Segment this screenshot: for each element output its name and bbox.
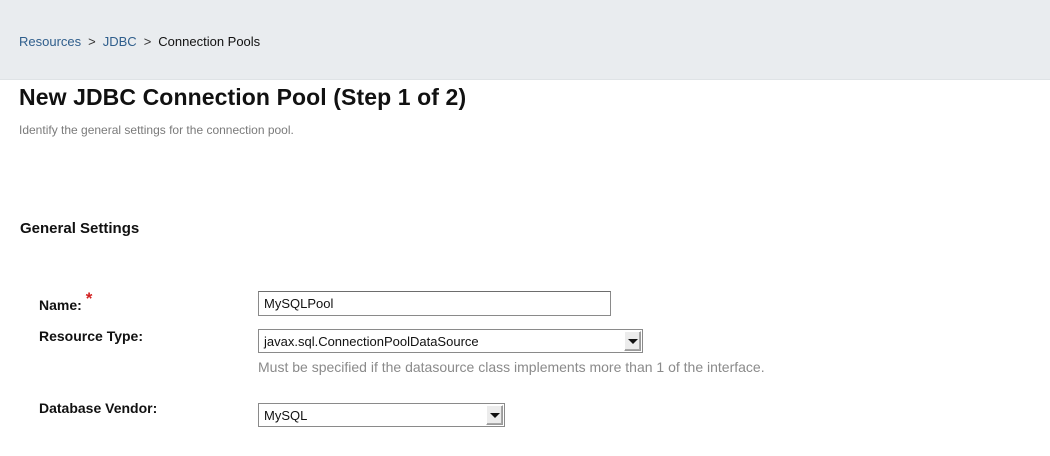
resource-type-select[interactable]: javax.sql.ConnectionPoolDataSource	[258, 329, 643, 353]
name-label: Name: *	[39, 289, 92, 315]
database-vendor-select[interactable]: MySQL	[258, 403, 505, 427]
section-title: General Settings	[20, 220, 140, 237]
page-title: New JDBC Connection Pool (Step 1 of 2)	[19, 84, 467, 110]
page-help-text: Identify the general settings for the co…	[19, 123, 294, 137]
breadcrumb-bar: Resources > JDBC > Connection Pools	[0, 0, 1050, 80]
breadcrumb-link-jdbc[interactable]: JDBC	[103, 34, 137, 49]
resource-type-value: javax.sql.ConnectionPoolDataSource	[264, 334, 479, 349]
resource-type-help-text: Must be specified if the datasource clas…	[258, 359, 765, 375]
dropdown-arrow-icon[interactable]	[624, 331, 641, 351]
database-vendor-label: Database Vendor:	[39, 400, 158, 416]
breadcrumb-separator: >	[88, 34, 96, 49]
breadcrumb-separator: >	[143, 34, 152, 49]
required-marker: *	[85, 289, 93, 308]
resource-type-label: Resource Type:	[39, 328, 143, 344]
name-label-text: Name:	[39, 297, 82, 313]
breadcrumb: Resources > JDBC > Connection Pools	[19, 34, 260, 49]
dropdown-arrow-icon[interactable]	[486, 405, 503, 425]
breadcrumb-current: Connection Pools	[158, 34, 261, 49]
breadcrumb-link-resources[interactable]: Resources	[19, 34, 81, 49]
database-vendor-value: MySQL	[264, 408, 308, 423]
name-input[interactable]	[258, 291, 611, 316]
